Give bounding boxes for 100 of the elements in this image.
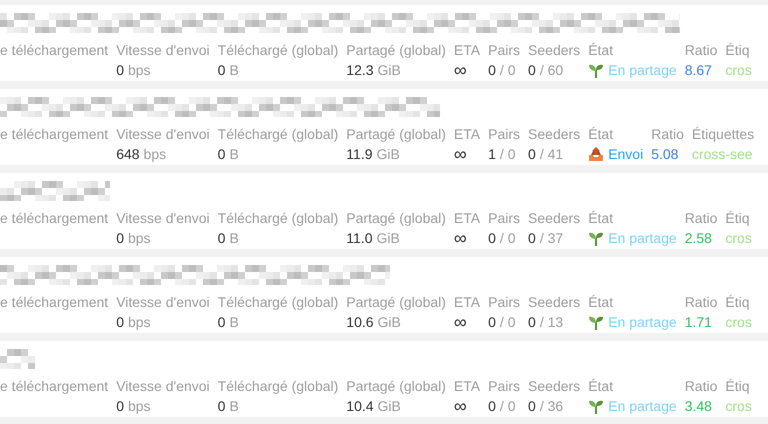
column-label: Étiq (725, 293, 750, 312)
size-value: 0 (218, 312, 226, 332)
column-label: Téléchargé (global) (218, 377, 338, 396)
column-label: Ratio (684, 293, 718, 312)
size-value: 0 (218, 144, 226, 164)
ratio-value: 3.48 (684, 396, 712, 416)
seeders-count: 0 (528, 396, 536, 416)
ratio-value: 5.08 (651, 144, 678, 164)
peers-total: / 0 (500, 60, 516, 80)
peers-total: / 0 (500, 396, 516, 416)
seeders-total: / 13 (540, 312, 564, 332)
ratio-value: 8.67 (684, 60, 712, 80)
column-label: Pairs (488, 293, 520, 312)
size-unit: B (229, 60, 239, 80)
column-label: Partagé (global) (346, 377, 446, 396)
column-label: Vitesse d'envoi (116, 41, 210, 60)
size-unit: GiB (376, 228, 400, 248)
peers-count: 0 (488, 396, 496, 416)
eta-value: ∞ (454, 310, 467, 333)
tag-label: cross-see (692, 144, 753, 164)
speed-value: 0 (116, 396, 124, 416)
speed-value: 0 (116, 228, 124, 248)
column-label: État (588, 377, 614, 396)
column-label: Pairs (488, 41, 520, 60)
column-label: Seeders (528, 377, 580, 396)
column-label: ETA (454, 125, 480, 144)
peers-count: 0 (488, 228, 496, 248)
column-label: Partagé (global) (346, 125, 446, 144)
size-unit: B (229, 312, 239, 332)
column-label: Partagé (global) (346, 293, 446, 312)
column-label: Vitesse d'envoi (116, 209, 210, 228)
peers-count: 1 (488, 144, 496, 164)
seedling-icon (588, 62, 604, 78)
size-value: 10.4 (346, 396, 374, 416)
size-unit: GiB (378, 396, 401, 416)
size-value: 12.3 (346, 60, 374, 80)
size-value: 0 (218, 396, 226, 416)
seeders-count: 0 (528, 312, 536, 332)
peers-total: / 0 (500, 228, 516, 248)
column-label: Ratio (684, 209, 718, 228)
speed-unit: bps (128, 228, 151, 248)
column-label: État (588, 209, 614, 228)
size-value: 11.0 (346, 228, 373, 248)
column-label: Seeders (528, 293, 580, 312)
seedling-icon (588, 398, 604, 414)
column-label: État (588, 41, 614, 60)
size-unit: GiB (378, 60, 401, 80)
ratio-value: 2.58 (684, 228, 712, 248)
column-label: Seeders (528, 41, 580, 60)
peers-count: 0 (488, 60, 496, 80)
ratio-value: 1.71 (684, 312, 712, 332)
column-label: Pairs (488, 377, 520, 396)
column-label: Vitesse d'envoi (116, 125, 210, 144)
seedling-icon (588, 314, 604, 330)
redacted-title (0, 349, 35, 369)
column-label: e téléchargement (0, 125, 108, 144)
column-label: Pairs (488, 209, 520, 228)
size-unit: B (229, 396, 239, 416)
column-label: Pairs (488, 125, 520, 144)
seeders-count: 0 (528, 144, 536, 164)
column-label: Téléchargé (global) (218, 293, 338, 312)
column-label: Étiq (725, 209, 750, 228)
column-label: e téléchargement (0, 293, 108, 312)
column-label: État (588, 125, 614, 144)
tag-label: cros (725, 312, 752, 332)
column-label: État (588, 293, 614, 312)
seedling-icon (588, 230, 604, 246)
eta-value: ∞ (454, 226, 467, 249)
eta-value: ∞ (454, 58, 467, 81)
eta-value: ∞ (454, 142, 467, 165)
seeders-count: 0 (528, 60, 536, 80)
size-value: 0 (218, 228, 226, 248)
speed-unit: bps (128, 60, 151, 80)
column-label: Partagé (global) (346, 41, 446, 60)
state-label: En partage (608, 396, 677, 416)
size-unit: GiB (376, 144, 400, 164)
tag-label: cros (725, 228, 752, 248)
column-label: Ratio (684, 377, 718, 396)
speed-unit: bps (144, 144, 166, 164)
column-label: Étiquettes (692, 125, 754, 144)
column-label: Vitesse d'envoi (116, 377, 210, 396)
column-label: ETA (454, 41, 480, 60)
seeders-total: / 37 (540, 228, 564, 248)
peers-total: / 0 (500, 144, 516, 164)
column-label: Seeders (528, 209, 580, 228)
column-label: e téléchargement (0, 41, 108, 60)
peers-total: / 0 (500, 312, 516, 332)
speed-value: 648 (116, 144, 140, 164)
outbox-tray-icon (588, 146, 604, 162)
column-label: Seeders (528, 125, 580, 144)
seeders-count: 0 (528, 228, 536, 248)
state-label: En partage (608, 60, 677, 80)
column-label: e téléchargement (0, 377, 108, 396)
seeders-total: / 60 (540, 60, 564, 80)
column-label: Étiq (725, 41, 750, 60)
size-value: 11.9 (346, 144, 373, 164)
speed-value: 0 (116, 312, 124, 332)
column-label: Téléchargé (global) (218, 125, 338, 144)
size-unit: B (229, 228, 239, 248)
column-label: e téléchargement (0, 209, 108, 228)
